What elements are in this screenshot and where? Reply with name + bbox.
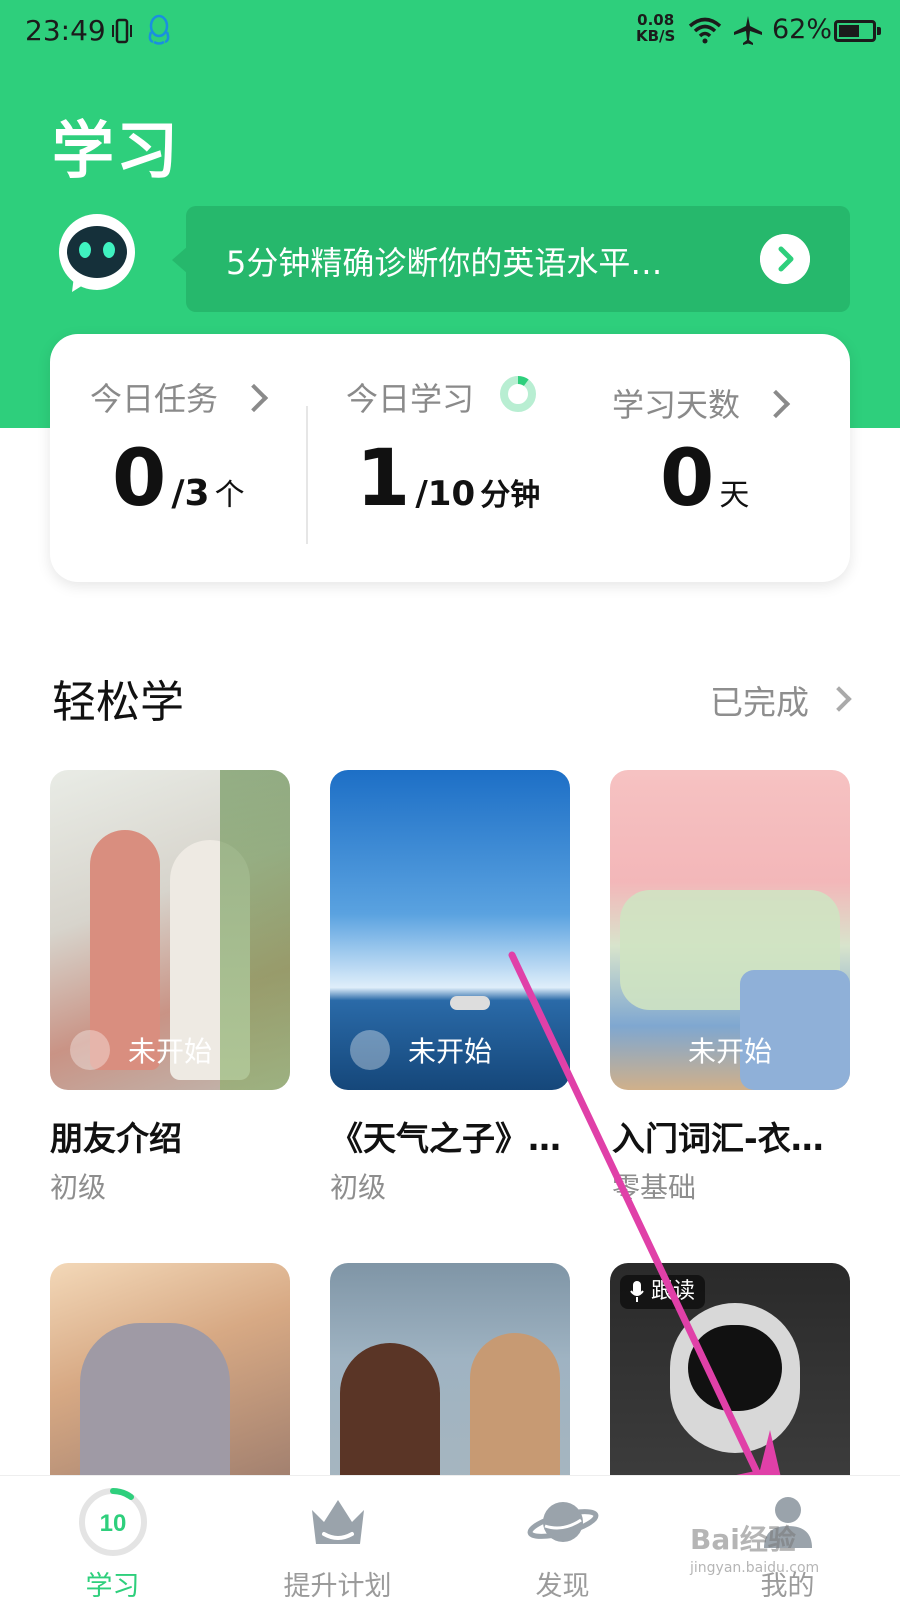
course-card[interactable]: 未开始 — [50, 770, 290, 1090]
study-days-unit: 天 — [719, 478, 750, 513]
study-days-value-group: 0 天 — [660, 434, 749, 524]
course-title[interactable]: 入门词汇-衣… — [612, 1112, 824, 1160]
battery-icon — [834, 20, 881, 42]
today-tasks-total: /3 — [171, 473, 210, 514]
read-along-badge: 跟读 — [620, 1275, 706, 1309]
today-study-label: 今日学习 — [346, 380, 475, 418]
microphone-icon — [630, 1281, 644, 1302]
chevron-right-icon — [239, 383, 269, 413]
chevron-right-icon[interactable] — [760, 234, 810, 284]
course-status: 未开始 — [687, 1035, 772, 1068]
crown-icon — [312, 1500, 364, 1544]
study-progress-ring-icon — [500, 376, 536, 412]
study-days[interactable]: 学习天数 0 天 — [590, 334, 850, 582]
course-card[interactable] — [330, 1263, 570, 1503]
nav-label-discover: 发现 — [535, 1571, 590, 1602]
read-along-label: 跟读 — [651, 1279, 696, 1304]
banner-text: 5分钟精确诊断你的英语水平… — [226, 244, 663, 282]
today-study-unit: 分钟 — [480, 478, 541, 513]
diagnosis-banner[interactable]: 5分钟精确诊断你的英语水平… — [172, 206, 850, 312]
today-study-value-group: 1 /10 分钟 — [356, 434, 540, 524]
today-tasks-value-group: 0 /3 个 — [112, 434, 245, 524]
course-card[interactable]: 未开始 — [610, 770, 850, 1090]
qq-icon — [148, 14, 170, 45]
today-study-value: 1 — [356, 434, 411, 524]
section-title: 轻松学 — [52, 677, 184, 728]
course-status: 未开始 — [407, 1035, 492, 1068]
wifi-icon — [688, 17, 722, 44]
course-status: 未开始 — [127, 1035, 212, 1068]
battery-fill — [839, 25, 859, 37]
network-speed-unit: KB/S — [636, 27, 676, 45]
study-badge-number: 10 — [100, 1510, 127, 1537]
page-title: 学习 — [52, 114, 181, 187]
course-card[interactable]: 未开始 — [330, 770, 570, 1090]
nav-label-plan: 提升计划 — [283, 1571, 392, 1602]
study-days-label: 学习天数 — [612, 386, 741, 424]
course-level: 初级 — [50, 1171, 107, 1204]
status-bar: 23:49 0.08 KB/S 62% — [0, 0, 900, 64]
course-image — [688, 1325, 782, 1411]
course-title[interactable]: 朋友介绍 — [50, 1112, 182, 1160]
status-time: 23:49 — [25, 14, 106, 47]
network-speed-value: 0.08 — [637, 11, 675, 29]
chevron-right-icon — [761, 389, 791, 419]
chevron-right-icon[interactable] — [826, 686, 852, 712]
course-card[interactable] — [50, 1263, 290, 1503]
nav-item-study[interactable]: 10 学习 — [0, 1476, 225, 1602]
course-card[interactable]: 跟读 — [610, 1263, 850, 1503]
today-study-total: /10 — [415, 474, 476, 514]
watermark-url: jingyan.baidu.com — [690, 1560, 820, 1576]
today-tasks-unit: 个 — [214, 478, 245, 513]
course-title[interactable]: 《天气之子》… — [330, 1112, 561, 1160]
study-days-value: 0 — [660, 434, 715, 524]
nav-item-discover[interactable]: 发现 — [450, 1476, 675, 1602]
watermark-brand: Bai经验 — [690, 1523, 796, 1556]
today-study[interactable]: 今日学习 1 /10 分钟 — [308, 334, 588, 582]
course-image — [450, 996, 490, 1010]
network-speed: 0.08 KB/S — [636, 12, 675, 44]
battery-percent: 62% — [772, 14, 833, 45]
study-progress-icon: 10 — [79, 1488, 147, 1556]
airplane-icon — [734, 16, 762, 45]
completed-link[interactable]: 已完成 — [710, 676, 809, 724]
vibrate-icon — [112, 18, 132, 44]
course-level: 零基础 — [612, 1171, 697, 1204]
today-tasks-label: 今日任务 — [90, 380, 219, 418]
nav-item-plan[interactable]: 提升计划 — [225, 1476, 450, 1602]
robot-mascot-icon[interactable] — [54, 212, 140, 298]
course-level: 初级 — [330, 1171, 387, 1204]
nav-label-study: 学习 — [85, 1571, 140, 1602]
daily-stats-card: 今日任务 0 /3 个 今日学习 1 /10 分钟 学习天数 0 天 — [50, 334, 850, 582]
planet-icon — [527, 1502, 599, 1542]
today-tasks-value: 0 — [112, 434, 167, 524]
today-tasks[interactable]: 今日任务 0 /3 个 — [50, 334, 306, 582]
